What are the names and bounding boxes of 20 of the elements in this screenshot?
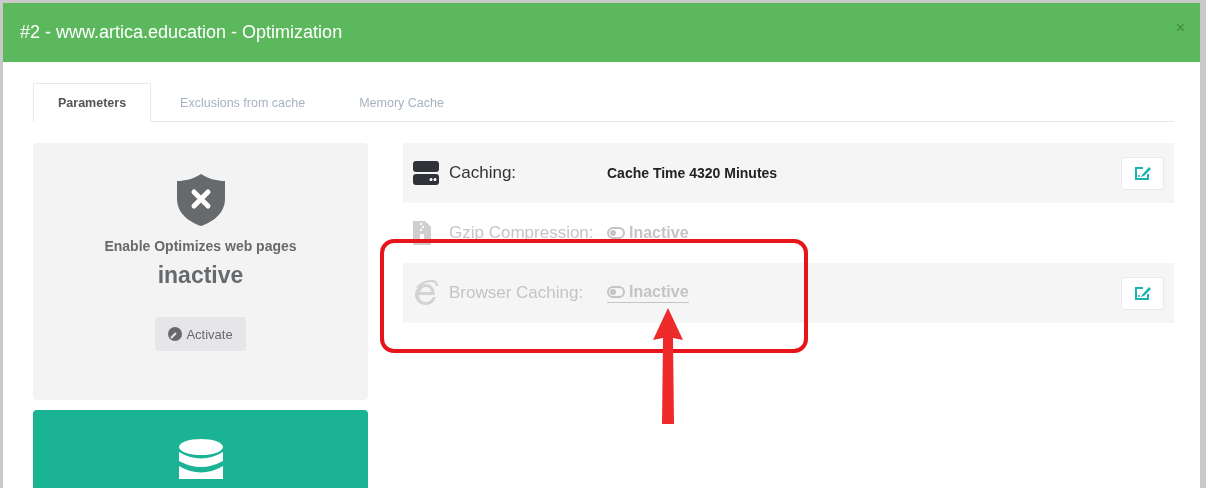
setting-value: Cache Time 4320 Minutes	[607, 165, 778, 181]
edit-icon	[1133, 285, 1152, 301]
server-icon	[413, 161, 439, 185]
card-title: Enable Optimizes web pages	[104, 238, 297, 254]
dialog-title: #2 - www.artica.education - Optimization	[20, 22, 344, 43]
shield-x-icon	[175, 173, 226, 227]
tab[interactable]: Memory Cache	[334, 83, 469, 122]
setting-label: Caching:	[449, 163, 518, 183]
toggle-status: Inactive	[607, 224, 689, 242]
status-text: inactive	[157, 262, 244, 289]
activate-button[interactable]: Activate	[155, 317, 246, 351]
tab[interactable]: Exclusions from cache	[155, 83, 331, 122]
gauge-icon	[168, 327, 183, 341]
setting-label: Gzip Compression:	[449, 223, 595, 243]
edit-button[interactable]	[1121, 156, 1164, 190]
browser-e-icon	[413, 280, 439, 306]
close-button[interactable]: ×	[1175, 18, 1185, 37]
database-icon	[176, 439, 225, 479]
edit-icon	[1133, 165, 1152, 181]
tab[interactable]: Parameters	[33, 83, 152, 122]
